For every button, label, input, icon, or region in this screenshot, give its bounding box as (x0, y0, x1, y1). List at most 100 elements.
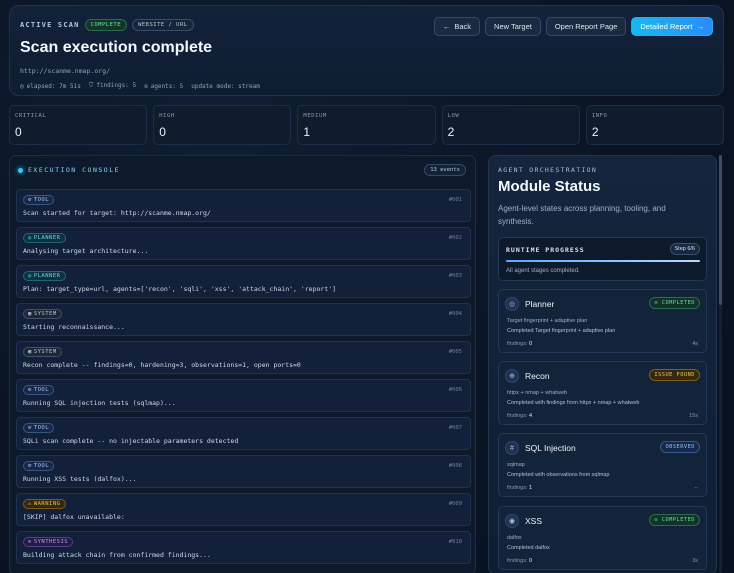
severity-high-card: HIGH 0 (153, 105, 292, 145)
severity-count: 0 (159, 125, 166, 139)
entry-message: Analysing target architecture... (23, 247, 149, 255)
entry-seq: #005 (448, 349, 462, 355)
entry-tag-label: PLANNER (33, 273, 61, 279)
globe-icon: ⊕ (505, 369, 519, 383)
severity-label: LOW (447, 113, 460, 119)
elapsed-meta: ◷ elapsed: 7m 51s (20, 83, 81, 90)
execution-console[interactable]: EXECUTION CONSOLE 13 events ⚙ TOOL #001 S… (9, 155, 476, 573)
scan-header: ACTIVE SCAN COMPLETE WEBSITE / URL Scan … (9, 5, 724, 96)
module-duration: 15s (689, 413, 698, 419)
module-card-planner[interactable]: ◎ Planner ⊙ COMPLETED Target fingerprint… (498, 289, 707, 353)
eyebrow-label: ACTIVE SCAN (20, 21, 80, 29)
severity-count: 2 (591, 125, 599, 139)
system-icon: ▣ (28, 311, 32, 317)
module-detail: Completed Target fingerprint + adaptive … (507, 328, 616, 334)
module-status-badge: OBSERVED (660, 441, 700, 453)
console-entry[interactable]: ⚠ WARNING #009 [SKIP] dalfox unavailable: (16, 493, 471, 526)
runtime-label: RUNTIME PROGRESS (506, 246, 585, 254)
console-entry[interactable]: ⚙ TOOL #006 Running SQL injection tests (… (16, 379, 471, 412)
module-duration: 3s (692, 558, 698, 564)
module-status-badge: ⊙ COMPLETED (649, 514, 700, 526)
module-status-label: COMPLETED (661, 300, 695, 306)
severity-info-card: INFO 2 (585, 105, 725, 145)
findings-count: 4 (529, 413, 533, 419)
entry-tag: ⚙ TOOL (23, 195, 55, 205)
orchestration-scrollbar-thumb[interactable] (719, 155, 722, 305)
severity-critical-card: CRITICAL 0 (9, 105, 148, 145)
entry-tag: ⊘ SYNTHESIS (23, 537, 74, 547)
module-findings: findings: 4 (507, 413, 532, 419)
open-report-page-button[interactable]: Open Report Page (545, 17, 627, 36)
module-card-sql-injection[interactable]: # SQL Injection OBSERVED sqlmap Complete… (498, 433, 707, 497)
entry-seq: #003 (448, 273, 462, 279)
entry-tag-label: PLANNER (33, 235, 61, 241)
warning-icon: ⚠ (28, 501, 32, 507)
runtime-progress-bar (506, 260, 700, 262)
module-findings: findings: 0 (507, 558, 532, 564)
module-name: Planner (525, 299, 555, 309)
status-badge: COMPLETE (84, 19, 128, 31)
synthesis-icon: ⊘ (28, 539, 32, 545)
findings-label: findings: (507, 558, 528, 564)
severity-medium-card: MEDIUM 1 (297, 105, 436, 145)
module-card-xss[interactable]: ◉ XSS ⊙ COMPLETED dalfox Completed dalfo… (498, 506, 707, 570)
runtime-note: All agent stages completed. (506, 268, 580, 274)
console-entry[interactable]: ⚙ TOOL #001 Scan started for target: http… (16, 189, 471, 222)
entry-seq: #010 (448, 539, 462, 545)
entry-tag: ⚠ WARNING (23, 499, 66, 509)
orchestration-title: Module Status (498, 178, 601, 195)
entry-tag: ⚙ TOOL (23, 385, 55, 395)
module-name: XSS (525, 516, 543, 526)
module-name: SQL Injection (525, 443, 576, 453)
entry-tag-label: WARNING (33, 501, 61, 507)
entry-message: Recon complete -- findings=0, hardening=… (23, 361, 301, 369)
console-entry[interactable]: ◎ PLANNER #002 Analysing target architect… (16, 227, 471, 260)
entry-tag-label: TOOL (33, 197, 50, 203)
entry-message: SQLi scan complete -- no injectable para… (23, 437, 239, 445)
severity-summary: CRITICAL 0 HIGH 0 MEDIUM 1 LOW 2 INFO 2 (9, 105, 725, 145)
findings-label: findings: (507, 341, 528, 347)
entry-tag-label: SYSTEM (33, 311, 57, 317)
runtime-step-badge: Step 6/6 (669, 243, 700, 255)
findings-text: findings: 5 (96, 82, 137, 89)
module-tools: httpx + nmap + whatweb (507, 390, 567, 396)
back-button[interactable]: ← Back (433, 17, 481, 36)
planner-icon: ◎ (505, 297, 519, 311)
console-entry[interactable]: ⚙ TOOL #007 SQLi scan complete -- no inje… (16, 417, 471, 450)
target-kind-badge: WEBSITE / URL (132, 19, 194, 31)
console-entry[interactable]: ▣ SYSTEM #005 Recon complete -- findings=… (16, 341, 471, 374)
module-card-recon[interactable]: ⊕ Recon ISSUE FOUND httpx + nmap + whatw… (498, 361, 707, 425)
severity-count: 0 (15, 125, 22, 139)
severity-count: 2 (447, 125, 455, 139)
entry-tag-label: TOOL (33, 425, 50, 431)
runtime-progress-card: RUNTIME PROGRESS Step 6/6 All agent stag… (498, 237, 707, 281)
module-tools: sqlmap (507, 462, 525, 468)
entry-seq: #006 (448, 387, 462, 393)
elapsed-text: elapsed: 7m 51s (26, 82, 81, 90)
console-entries: ⚙ TOOL #001 Scan started for target: http… (16, 189, 471, 569)
entry-tag: ⚙ TOOL (23, 461, 55, 471)
code-icon: ◉ (505, 514, 519, 528)
console-entry[interactable]: ⚙ TOOL #008 Running XSS tests (dalfox)... (16, 455, 471, 488)
agents-meta: ≋ agents: 5 (144, 83, 183, 90)
severity-low-card: LOW 2 (441, 105, 580, 145)
console-entry[interactable]: ◎ PLANNER #003 Plan: target_type=url, age… (16, 265, 471, 298)
console-title: EXECUTION CONSOLE (28, 166, 121, 174)
entry-seq: #004 (448, 311, 462, 317)
console-entry[interactable]: ▣ SYSTEM #004 Starting reconnaissance... (16, 303, 471, 336)
entry-tag: ▣ SYSTEM (23, 347, 62, 357)
clock-icon: ◷ (20, 82, 24, 90)
page-title: Scan execution complete (20, 39, 213, 56)
planner-icon: ◎ (28, 235, 32, 241)
event-count-badge: 13 events (424, 164, 466, 176)
console-entry[interactable]: ⊘ SYNTHESIS #010 Building attack chain fr… (16, 531, 471, 564)
module-detail: Completed dalfox (507, 545, 550, 551)
new-target-button[interactable]: New Target (485, 17, 541, 36)
scan-meta: ◷ elapsed: 7m 51s ⛉ findings: 5 ≋ agents: 5… (20, 82, 260, 90)
planner-icon: ◎ (28, 273, 32, 279)
agent-orchestration-panel[interactable]: AGENT ORCHESTRATION Module Status Agent-… (488, 155, 717, 573)
module-findings: findings: 0 (507, 341, 532, 347)
detailed-report-button[interactable]: Detailed Report → (631, 17, 713, 36)
module-tools: Target fingerprint + adaptive plan (507, 318, 588, 324)
arrow-right-icon: → (696, 22, 705, 31)
